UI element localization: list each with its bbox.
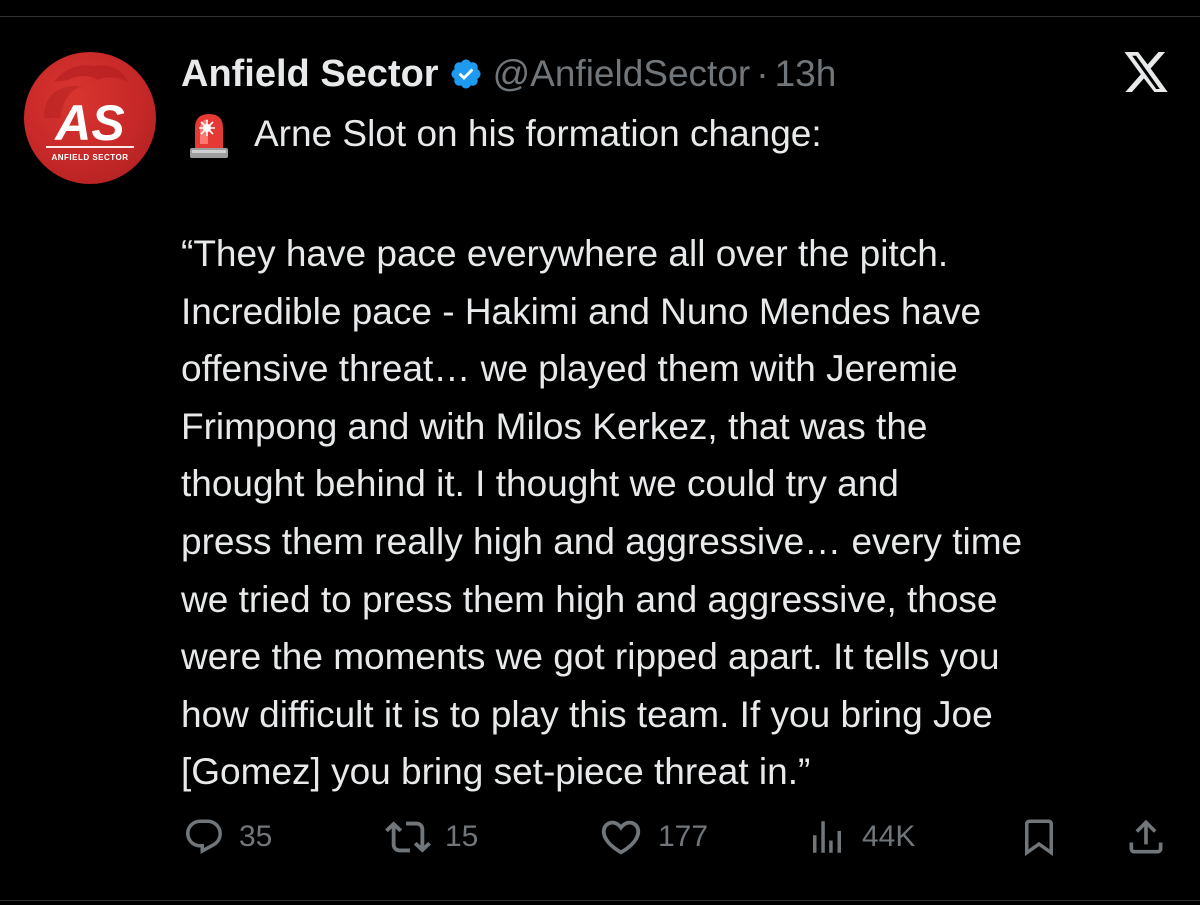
- reply-button[interactable]: 35: [183, 814, 272, 860]
- share-icon: [1129, 819, 1163, 854]
- display-name[interactable]: Anfield Sector: [181, 53, 439, 96]
- views-button[interactable]: 44K: [806, 814, 915, 860]
- headline-text: Arne Slot on his formation change:: [254, 113, 822, 154]
- separator-dot: ·: [756, 53, 769, 94]
- body-line: we tried to press them high and aggressi…: [181, 578, 998, 620]
- like-button[interactable]: 177: [598, 814, 708, 860]
- body-line: “They have pace everywhere all over the …: [181, 233, 949, 274]
- handle[interactable]: @AnfieldSector: [493, 53, 751, 95]
- repost-icon: [385, 821, 431, 853]
- share-button[interactable]: [1124, 814, 1168, 860]
- avatar[interactable]: AS ANFIELD SECTOR: [24, 52, 156, 184]
- repost-count: 15: [445, 820, 479, 853]
- heart-icon: [601, 820, 641, 855]
- top-divider: [0, 16, 1200, 17]
- action-bar: 35 15 177 44K: [0, 814, 1200, 860]
- body-line: Incredible pace - Hakimi and Nuno Mendes…: [181, 290, 982, 332]
- reply-icon: [186, 819, 222, 854]
- bookmark-button[interactable]: [1018, 814, 1060, 860]
- repost-button[interactable]: 15: [385, 814, 478, 860]
- body-line: were the moments we got ripped apart. It…: [181, 636, 1000, 678]
- post-headline: Arne Slot on his formation change:: [186, 108, 822, 160]
- views-count: 44K: [862, 820, 916, 853]
- siren-emoji-icon: [190, 114, 228, 158]
- avatar-logo-icon: AS ANFIELD SECTOR: [44, 65, 134, 162]
- body-line: [Gomez] you bring set-piece threat in.”: [181, 751, 811, 793]
- body-line: Frimpong and with Milos Kerkez, that was…: [181, 405, 928, 447]
- body-line: how difficult it is to play this team. I…: [181, 693, 993, 735]
- body-line: thought behind it. I thought we could tr…: [181, 463, 899, 505]
- bottom-divider: [0, 900, 1200, 901]
- svg-text:ANFIELD SECTOR: ANFIELD SECTOR: [51, 153, 128, 162]
- body-line: offensive threat… we played them with Je…: [181, 348, 958, 390]
- verified-badge-icon: [451, 59, 481, 89]
- like-count: 177: [658, 820, 709, 853]
- body-line: press them really high and aggressive… e…: [181, 520, 1023, 562]
- post-body: “They have pace everywhere all over the …: [181, 225, 1181, 801]
- views-icon: [813, 821, 841, 853]
- x-logo-icon[interactable]: [1122, 52, 1170, 96]
- svg-text:AS: AS: [53, 95, 124, 151]
- timestamp[interactable]: 13h: [775, 53, 837, 95]
- post-header: Anfield Sector @AnfieldSector · 13h: [181, 52, 836, 96]
- bookmark-icon: [1025, 819, 1053, 857]
- reply-count: 35: [239, 820, 273, 853]
